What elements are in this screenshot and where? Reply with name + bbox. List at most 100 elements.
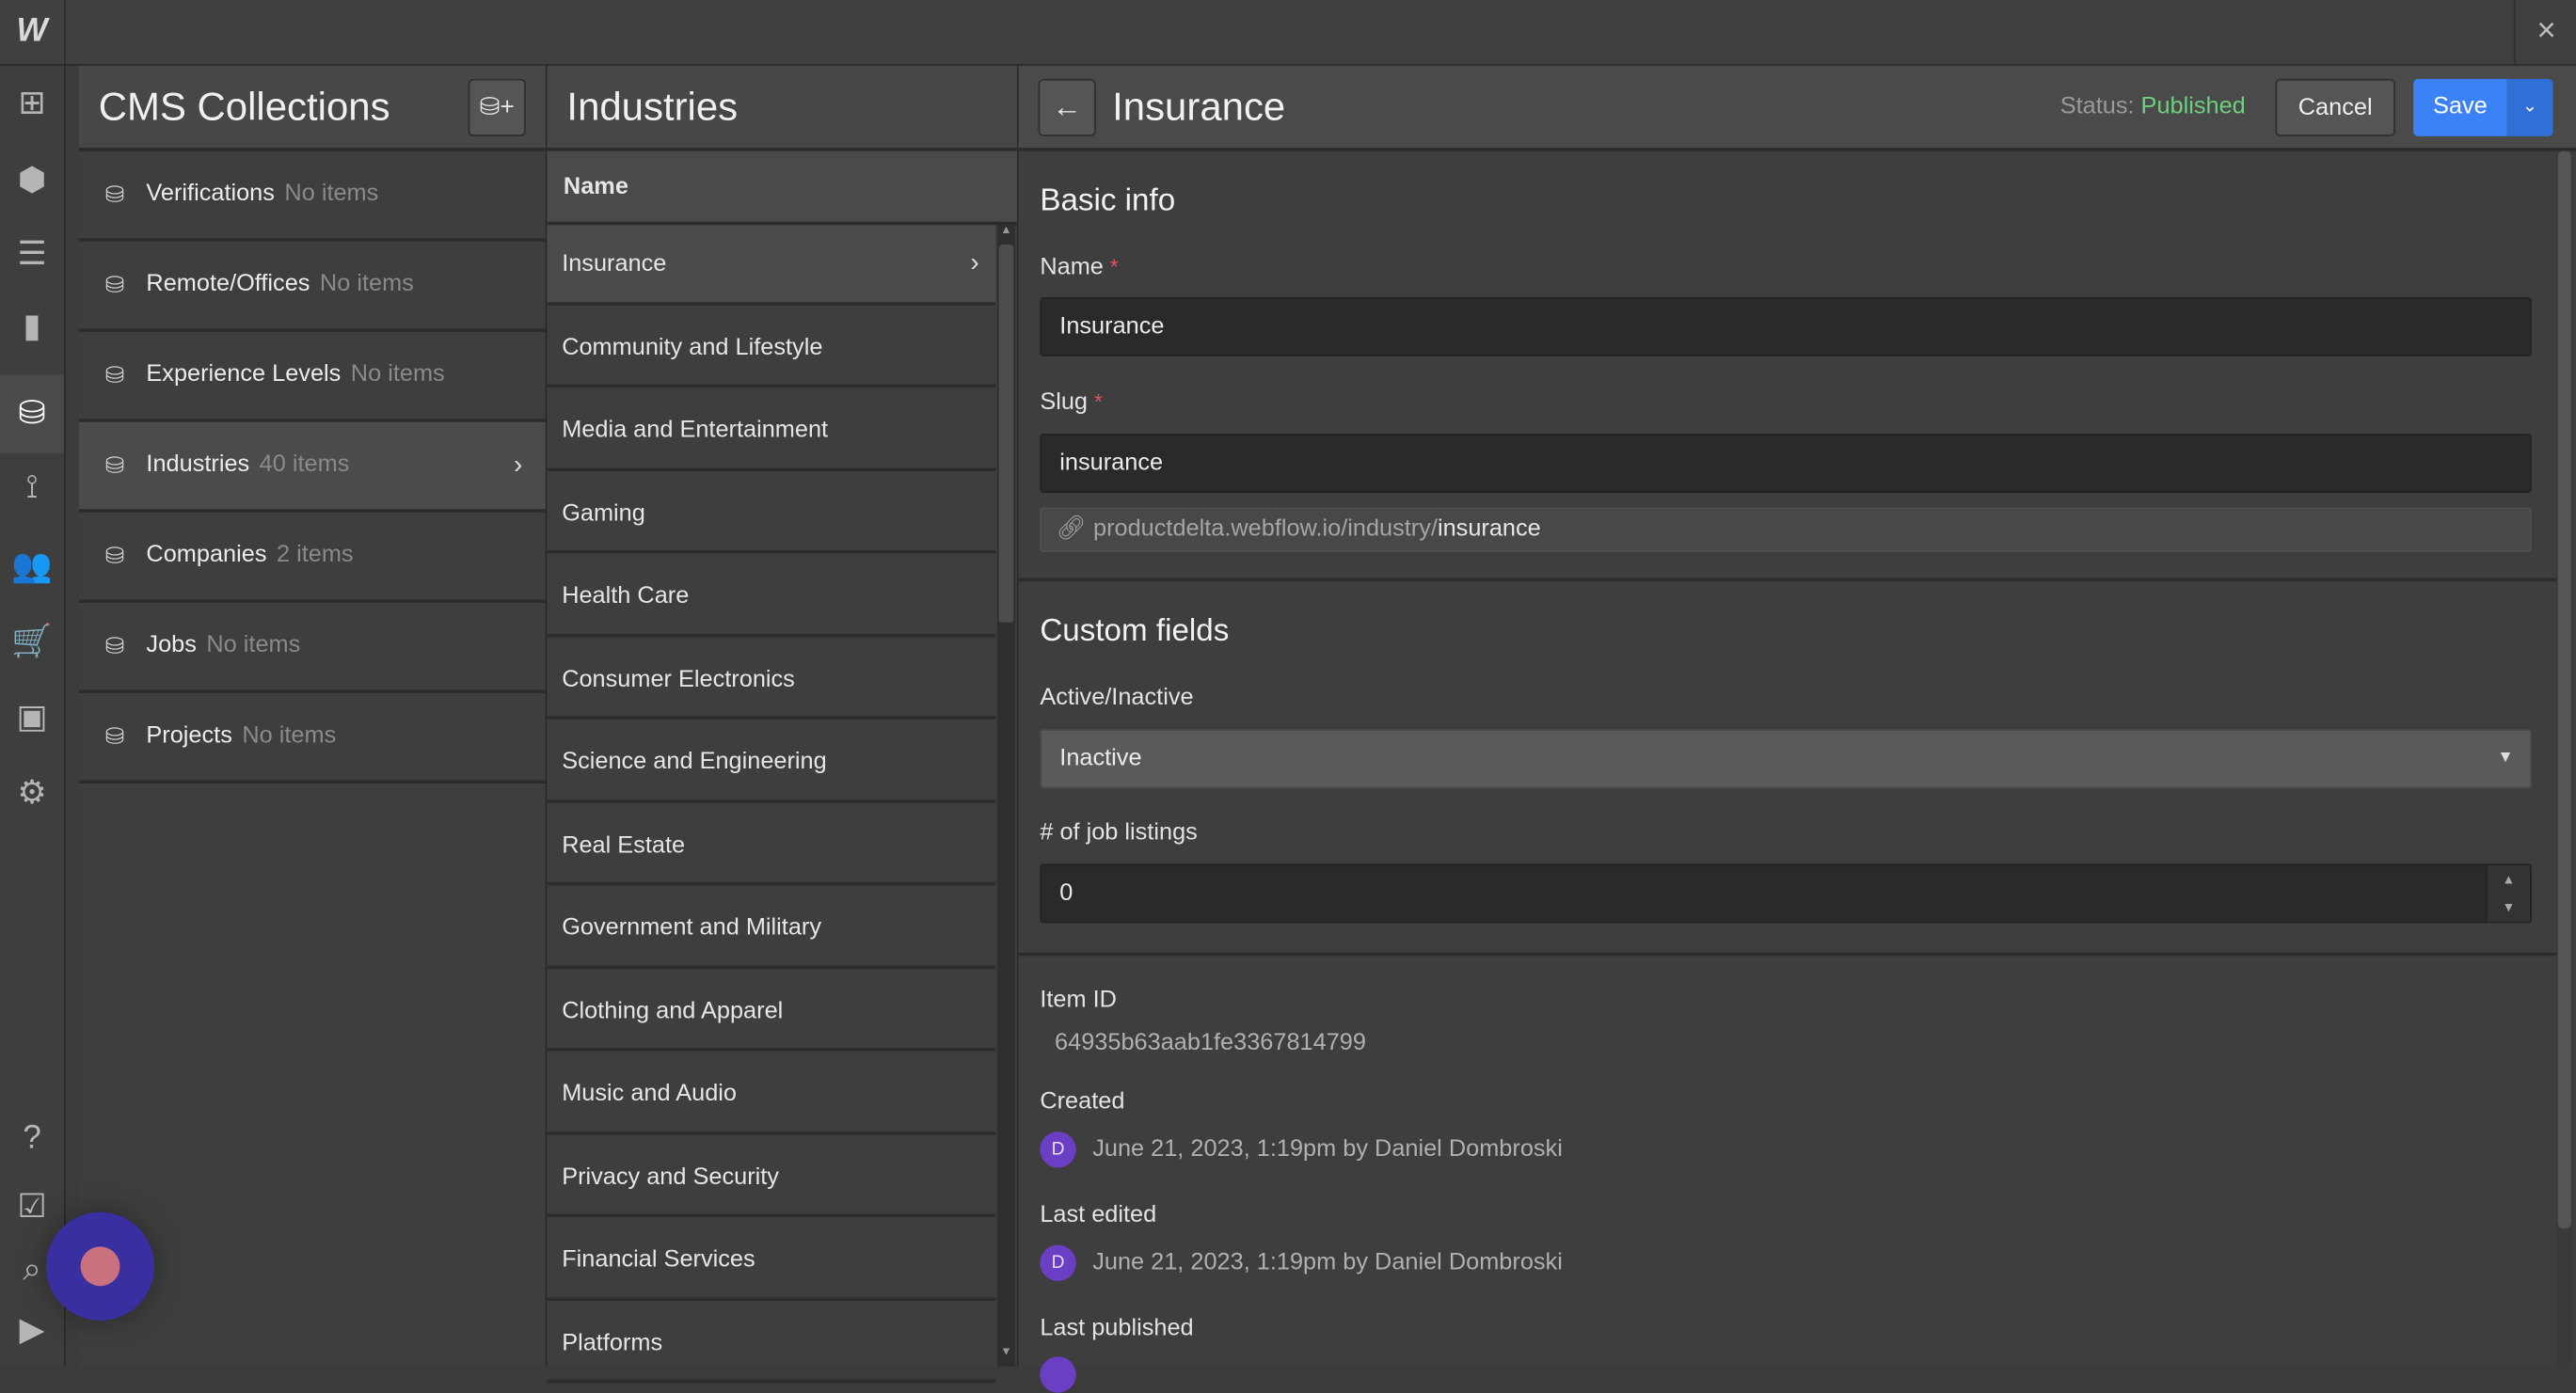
- video-icon[interactable]: ▶: [0, 1297, 64, 1363]
- users-icon[interactable]: 👥: [0, 534, 64, 600]
- collection-item[interactable]: ⛁ Experience Levels No items: [78, 332, 546, 422]
- tasks-icon[interactable]: ☑: [0, 1175, 64, 1241]
- close-icon[interactable]: ×: [2513, 0, 2576, 65]
- industries-panel: Industries Name Insurance › Community and …: [547, 65, 1019, 1384]
- collection-count: No items: [350, 361, 445, 388]
- list-item[interactable]: Insurance ›: [547, 225, 996, 305]
- collection-item[interactable]: ⛁ Verifications No items: [78, 151, 546, 242]
- collection-item[interactable]: ⛁ Companies 2 items: [78, 513, 546, 603]
- add-panel-icon[interactable]: ⊞: [0, 71, 64, 136]
- collection-item[interactable]: ⛁ Projects No items: [78, 693, 546, 784]
- webflow-logo[interactable]: W: [0, 0, 66, 65]
- collection-name: Verifications: [146, 181, 275, 208]
- collection-name: Remote/Offices: [146, 271, 310, 298]
- list-item[interactable]: Media and Entertainment: [547, 391, 996, 471]
- collection-name: Companies: [146, 542, 267, 569]
- save-options-chevron-down-icon[interactable]: ⌄: [2506, 78, 2553, 136]
- assets-icon[interactable]: ▣: [0, 685, 64, 751]
- list-item[interactable]: Privacy and Security: [547, 1137, 996, 1217]
- collection-item[interactable]: ⛁ Industries 40 items ›: [78, 421, 546, 513]
- settings-icon[interactable]: ⚙: [0, 760, 64, 826]
- avatar: [1040, 1356, 1076, 1393]
- last-edited-value: D June 21, 2023, 1:19pm by Daniel Dombros…: [1040, 1244, 1563, 1282]
- list-item[interactable]: Clothing and Apparel: [547, 972, 996, 1052]
- caret-down-icon: ▼: [2497, 749, 2514, 768]
- list-item[interactable]: Community and Lifestyle: [547, 308, 996, 388]
- collection-name: Projects: [146, 722, 232, 750]
- url-prefix: productdelta.webflow.io/industry/: [1092, 515, 1438, 543]
- active-inactive-select[interactable]: Inactive ▼: [1040, 729, 2532, 789]
- collection-label: Companies 2 items: [146, 513, 353, 600]
- slug-input[interactable]: insurance: [1040, 433, 2532, 493]
- list-item-label: Consumer Electronics: [562, 666, 795, 693]
- navigator-icon[interactable]: ☰: [0, 222, 64, 288]
- recording-button[interactable]: [45, 1211, 155, 1321]
- slug-url-preview[interactable]: 🔗︎ productdelta.webflow.io/industry/insu…: [1040, 507, 2532, 552]
- pages-icon[interactable]: ▮: [0, 294, 64, 360]
- url-slug: insurance: [1437, 515, 1541, 543]
- job-listings-input[interactable]: 0 ▲ ▼: [1040, 863, 2532, 924]
- list-item-label: Financial Services: [562, 1246, 755, 1274]
- collection-count: 40 items: [259, 451, 350, 479]
- collection-item[interactable]: ⛁ Jobs No items: [78, 603, 546, 693]
- database-icon: ⛁: [104, 451, 125, 479]
- number-value: 0: [1059, 879, 1073, 907]
- job-listings-label: # of job listings: [1040, 819, 1198, 847]
- stepper-down-icon[interactable]: ▼: [2488, 894, 2530, 922]
- active-inactive-label: Active/Inactive: [1040, 685, 1194, 712]
- database-icon: ⛁: [104, 361, 125, 388]
- list-item-label: Insurance: [562, 251, 667, 278]
- list-item-label: Gaming: [562, 499, 645, 527]
- back-arrow-icon[interactable]: ←: [1038, 78, 1096, 136]
- cms-title: CMS Collections: [98, 85, 390, 130]
- chevron-right-icon: ›: [513, 451, 523, 480]
- ecommerce-icon[interactable]: 🛒: [0, 609, 64, 675]
- link-icon: 🔗︎: [1056, 515, 1087, 543]
- list-item[interactable]: Gaming: [547, 474, 996, 554]
- created-label: Created: [1040, 1088, 1125, 1116]
- collection-count: 2 items: [276, 542, 354, 569]
- record-dot-icon: [80, 1246, 120, 1287]
- logic-icon[interactable]: ⟟: [0, 455, 64, 521]
- item-title: Insurance: [1112, 85, 1286, 130]
- collection-name: Experience Levels: [146, 361, 342, 388]
- number-stepper[interactable]: ▲ ▼: [2485, 865, 2531, 922]
- avatar: D: [1040, 1132, 1076, 1168]
- created-value: D June 21, 2023, 1:19pm by Daniel Dombros…: [1040, 1132, 1563, 1168]
- list-item[interactable]: Financial Services: [547, 1220, 996, 1301]
- help-icon[interactable]: ?: [0, 1105, 64, 1171]
- list-item[interactable]: Consumer Electronics: [547, 640, 996, 720]
- collection-count: No items: [206, 632, 301, 659]
- edited-text: June 21, 2023, 1:19pm by Daniel Dombrosk…: [1092, 1249, 1563, 1276]
- column-header-name[interactable]: Name: [547, 150, 1017, 226]
- status-label: Status:: [2059, 93, 2135, 120]
- list-item[interactable]: Health Care: [547, 557, 996, 637]
- list-item-label: Community and Lifestyle: [562, 334, 823, 361]
- list-item[interactable]: Music and Audio: [547, 1054, 996, 1134]
- list-item[interactable]: Platforms: [547, 1304, 996, 1384]
- collection-label: Jobs No items: [146, 603, 300, 690]
- add-collection-icon[interactable]: ⛁+: [468, 78, 526, 136]
- editor-header: ← Insurance Status: Published Cancel Sav…: [1018, 65, 2576, 151]
- components-icon[interactable]: ⬢: [0, 148, 64, 214]
- avatar: D: [1040, 1244, 1076, 1282]
- collection-label: Industries 40 items: [146, 422, 349, 510]
- database-icon: ⛁: [104, 181, 125, 208]
- custom-fields-heading: Custom fields: [1040, 614, 1230, 649]
- slug-label: Slug *: [1040, 388, 1103, 416]
- item-id-value: 64935b63aab1fe3367814799: [1055, 1029, 1366, 1056]
- list-item[interactable]: Government and Military: [547, 889, 996, 969]
- cancel-button[interactable]: Cancel: [2275, 78, 2395, 136]
- list-scrollbar[interactable]: ▲ ▼: [996, 225, 1016, 1367]
- list-item-label: Real Estate: [562, 831, 686, 859]
- list-item[interactable]: Real Estate: [547, 805, 996, 886]
- list-item[interactable]: Science and Engineering: [547, 722, 996, 803]
- collection-item[interactable]: ⛁ Remote/Offices No items: [78, 242, 546, 332]
- stepper-up-icon[interactable]: ▲: [2488, 865, 2530, 894]
- editor-scrollbar[interactable]: [2556, 150, 2573, 1367]
- name-input[interactable]: Insurance: [1040, 297, 2532, 356]
- list-item-label: Platforms: [562, 1329, 663, 1356]
- save-button[interactable]: Save: [2413, 78, 2507, 136]
- cms-icon[interactable]: ⛁: [0, 374, 65, 453]
- cms-header: CMS Collections ⛁+: [78, 65, 546, 151]
